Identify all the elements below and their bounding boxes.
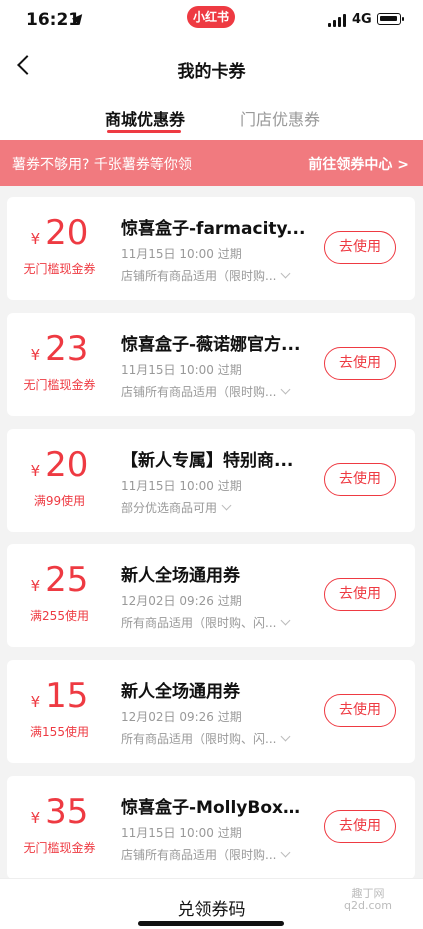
coupon-card: ¥25 满255使用 新人全场通用券 12月02日 09:26 过期 所有商品适… (7, 544, 415, 647)
coupon-name: 新人全场通用券 (121, 682, 240, 702)
coupon-condition: 满255使用 (30, 609, 89, 623)
amount-value: 35 (45, 792, 89, 832)
coupon-amount: ¥23 (7, 329, 112, 369)
coupon-expiry: 11月15日 10:00 过期 (121, 479, 242, 493)
nav-bar: 我的卡券 (0, 40, 423, 94)
currency-symbol: ¥ (30, 462, 41, 480)
use-coupon-button[interactable]: 去使用 (324, 810, 396, 843)
coupon-card: ¥20 满99使用 【新人专属】特别商... 11月15日 10:00 过期 部… (7, 429, 415, 532)
scope-text: 店铺所有商品适用（限时购... (121, 385, 277, 399)
use-coupon-button[interactable]: 去使用 (324, 231, 396, 264)
tab-mall-coupons[interactable]: 商城优惠券 (105, 106, 185, 130)
coupon-tabs: 商城优惠券 门店优惠券 (0, 94, 423, 140)
watermark-line2: q2d.com (344, 899, 392, 912)
coupon-expiry: 11月15日 10:00 过期 (121, 826, 242, 840)
coupon-scope[interactable]: 店铺所有商品适用（限时购... (121, 846, 316, 863)
currency-symbol: ¥ (30, 346, 41, 364)
status-time: 16:21 (26, 10, 81, 30)
coupon-card: ¥20 无门槛现金券 惊喜盒子-farmacity... 11月15日 10:0… (7, 197, 415, 300)
coupon-center-link[interactable]: 前往领券中心 > (308, 154, 409, 174)
chevron-down-icon (281, 731, 291, 742)
scope-text: 所有商品适用（限时购、闪... (121, 732, 277, 746)
coupon-name: 惊喜盒子-farmacity... (121, 219, 306, 239)
use-coupon-button[interactable]: 去使用 (324, 463, 396, 496)
home-indicator (138, 921, 284, 926)
active-tab-indicator (107, 130, 181, 133)
coupon-expiry: 11月15日 10:00 过期 (121, 363, 242, 377)
chevron-down-icon (281, 847, 291, 858)
coupon-name: 惊喜盒子-薇诺娜官方... (121, 335, 301, 355)
scope-text: 店铺所有商品适用（限时购... (121, 269, 277, 283)
coupon-condition: 满99使用 (33, 494, 86, 508)
coupon-scope[interactable]: 所有商品适用（限时购、闪... (121, 730, 316, 747)
coupon-condition: 无门槛现金券 (23, 378, 96, 392)
currency-symbol: ¥ (30, 809, 41, 827)
app-badge[interactable]: 小红书 (187, 6, 235, 28)
coupon-condition: 满155使用 (30, 725, 89, 739)
amount-value: 15 (45, 676, 89, 716)
tab-store-coupons[interactable]: 门店优惠券 (240, 106, 320, 130)
coupon-scope[interactable]: 部分优选商品可用 (121, 499, 316, 516)
coupon-scope[interactable]: 所有商品适用（限时购、闪... (121, 614, 316, 631)
page-title: 我的卡券 (177, 62, 246, 82)
use-coupon-button[interactable]: 去使用 (324, 347, 396, 380)
coupon-amount: ¥35 (7, 792, 112, 832)
chevron-down-icon (281, 615, 291, 626)
chevron-down-icon (281, 384, 291, 395)
use-coupon-button[interactable]: 去使用 (324, 694, 396, 727)
coupon-scope[interactable]: 店铺所有商品适用（限时购... (121, 383, 316, 400)
amount-value: 23 (45, 329, 89, 369)
coupon-center-banner[interactable]: 薯券不够用? 千张薯券等你领 前往领券中心 > (0, 140, 423, 186)
chevron-down-icon (221, 500, 232, 511)
coupon-card: ¥23 无门槛现金券 惊喜盒子-薇诺娜官方... 11月15日 10:00 过期… (7, 313, 415, 416)
currency-symbol: ¥ (30, 693, 41, 711)
coupon-expiry: 12月02日 09:26 过期 (121, 594, 242, 608)
coupon-amount: ¥20 (7, 445, 112, 485)
use-coupon-button[interactable]: 去使用 (324, 578, 396, 611)
battery-icon (377, 13, 404, 25)
currency-symbol: ¥ (30, 230, 41, 248)
coupon-condition: 无门槛现金券 (23, 262, 96, 276)
coupon-scope[interactable]: 店铺所有商品适用（限时购... (121, 267, 316, 284)
coupon-condition: 无门槛现金券 (23, 841, 96, 855)
coupon-expiry: 11月15日 10:00 过期 (121, 247, 242, 261)
coupon-name: 新人全场通用券 (121, 566, 240, 586)
currency-symbol: ¥ (30, 577, 41, 595)
status-bar: 16:21 小红书 4G (0, 0, 423, 40)
amount-value: 20 (45, 445, 89, 485)
scope-text: 所有商品适用（限时购、闪... (121, 616, 277, 630)
coupon-amount: ¥15 (7, 676, 112, 716)
banner-text: 薯券不够用? 千张薯券等你领 (12, 157, 192, 173)
network-label: 4G (352, 12, 372, 27)
chevron-down-icon (281, 268, 291, 279)
coupon-name: 【新人专属】特别商... (121, 451, 294, 471)
watermark: 趣丁网 q2d.com (344, 888, 392, 912)
coupon-card: ¥35 无门槛现金券 惊喜盒子-MollyBox魔... 11月15日 10:0… (7, 776, 415, 879)
coupon-name: 惊喜盒子-MollyBox魔... (121, 798, 306, 818)
signal-icon (328, 14, 348, 27)
coupon-card: ¥15 满155使用 新人全场通用券 12月02日 09:26 过期 所有商品适… (7, 660, 415, 763)
amount-value: 25 (45, 560, 89, 600)
scope-text: 店铺所有商品适用（限时购... (121, 848, 277, 862)
coupon-amount: ¥25 (7, 560, 112, 600)
coupon-amount: ¥20 (7, 213, 112, 253)
scope-text: 部分优选商品可用 (121, 501, 218, 515)
amount-value: 20 (45, 213, 89, 253)
coupon-expiry: 12月02日 09:26 过期 (121, 710, 242, 724)
